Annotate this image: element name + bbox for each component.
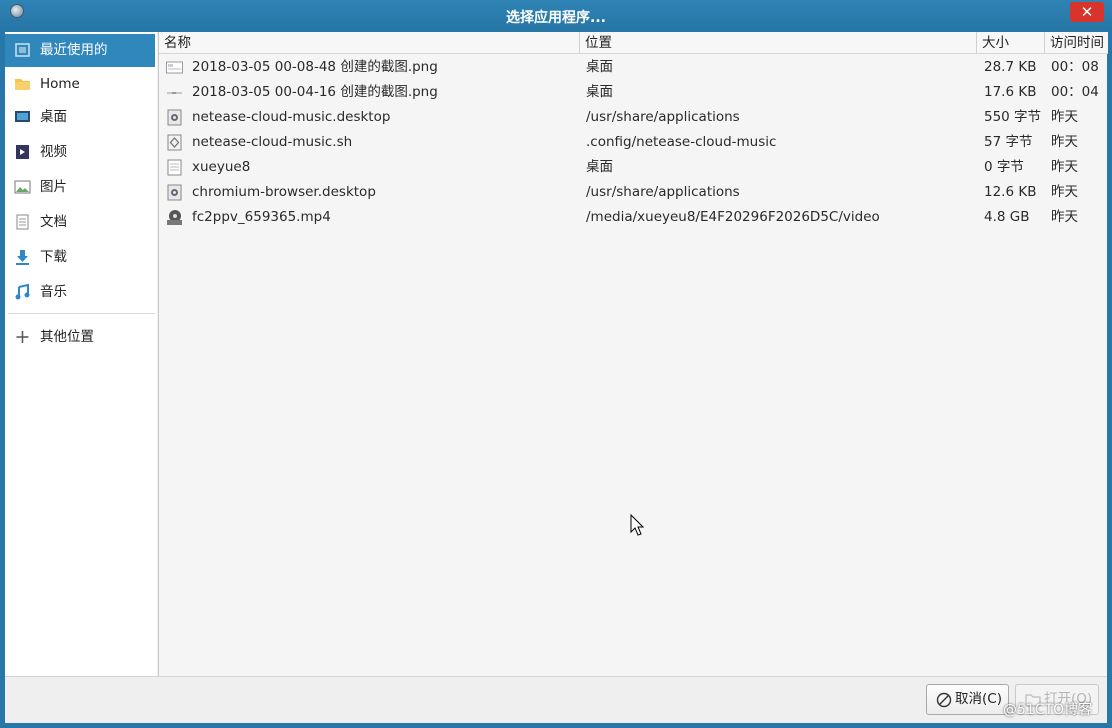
desktop-file-icon xyxy=(167,109,182,126)
file-size: 57 字节 xyxy=(984,134,1033,150)
sidebar-divider xyxy=(8,313,155,314)
file-name: netease-cloud-music.sh xyxy=(192,134,353,150)
file-time: 00：04 xyxy=(1051,84,1099,100)
action-bar: 取消(C) 打开(O) xyxy=(5,676,1107,723)
text-file-icon xyxy=(167,159,182,176)
picture-icon xyxy=(14,180,31,194)
file-location: 桌面 xyxy=(586,84,613,100)
file-location: /media/xueyeu8/E4F20296F2026D5C/video xyxy=(586,209,880,225)
script-file-icon xyxy=(167,134,182,151)
video-file-icon xyxy=(167,210,182,225)
sidebar-item-label: 视频 xyxy=(40,144,67,160)
app-chooser-dialog: 选择应用程序... ✕ 最近使用的 Home 桌面 视频 图片 文档 下载 音乐… xyxy=(0,0,1112,728)
file-name: fc2ppv_659365.mp4 xyxy=(192,209,331,225)
document-icon xyxy=(16,214,29,230)
column-header-name[interactable]: 名称 xyxy=(159,32,580,54)
cancel-icon xyxy=(936,692,952,708)
table-row[interactable]: fc2ppv_659365.mp4 /media/xueyeu8/E4F2029… xyxy=(159,205,1108,230)
sidebar-item-label: 其他位置 xyxy=(40,329,94,345)
close-icon: ✕ xyxy=(1080,3,1094,21)
sidebar-item-downloads[interactable]: 下载 xyxy=(5,241,155,274)
table-row[interactable]: chromium-browser.desktop /usr/share/appl… xyxy=(159,180,1108,205)
music-icon xyxy=(15,284,30,300)
sidebar-item-home[interactable]: Home xyxy=(5,68,155,101)
cancel-button[interactable]: 取消(C) xyxy=(926,684,1009,715)
file-time: 昨天 xyxy=(1051,184,1078,200)
file-size: 0 字节 xyxy=(984,159,1024,175)
file-name: xueyue8 xyxy=(192,159,251,175)
title-bar[interactable]: 选择应用程序... ✕ xyxy=(0,0,1112,30)
column-header-time[interactable]: 访问时间 xyxy=(1045,32,1108,54)
file-time: 昨天 xyxy=(1051,159,1078,175)
plus-icon xyxy=(16,331,29,343)
sidebar-item-label: 图片 xyxy=(40,179,67,195)
mouse-pointer-icon xyxy=(630,514,644,536)
sidebar-item-music[interactable]: 音乐 xyxy=(5,276,155,309)
file-location: 桌面 xyxy=(586,59,613,75)
table-row[interactable]: netease-cloud-music.desktop /usr/share/a… xyxy=(159,105,1108,130)
column-header-size[interactable]: 大小 xyxy=(977,32,1045,54)
file-name: 2018-03-05 00-08-48 创建的截图.png xyxy=(192,59,438,75)
close-button[interactable]: ✕ xyxy=(1070,2,1104,22)
file-name: netease-cloud-music.desktop xyxy=(192,109,391,125)
dialog-body: 最近使用的 Home 桌面 视频 图片 文档 下载 音乐 其他位置 名称 位置 … xyxy=(5,32,1108,723)
sidebar-item-label: 最近使用的 xyxy=(40,42,108,58)
places-sidebar: 最近使用的 Home 桌面 视频 图片 文档 下载 音乐 其他位置 xyxy=(5,32,157,676)
sidebar-item-label: 下载 xyxy=(40,249,67,265)
sidebar-item-label: 桌面 xyxy=(40,109,67,125)
cancel-button-label: 取消(C) xyxy=(955,691,1002,707)
recent-icon xyxy=(15,43,30,57)
file-location: /usr/share/applications xyxy=(586,184,740,200)
sidebar-item-documents[interactable]: 文档 xyxy=(5,206,155,239)
sidebar-item-videos[interactable]: 视频 xyxy=(5,136,155,169)
sidebar-item-recent[interactable]: 最近使用的 xyxy=(5,34,155,67)
header-divider xyxy=(159,53,1108,54)
file-name: 2018-03-05 00-04-16 创建的截图.png xyxy=(192,84,438,100)
file-time: 昨天 xyxy=(1051,134,1078,150)
file-list: 名称 位置 大小 访问时间 2018-03-05 00-08-48 创建的截图.… xyxy=(158,32,1108,676)
sidebar-item-label: 音乐 xyxy=(40,284,67,300)
file-size: 4.8 GB xyxy=(984,209,1030,225)
file-time: 昨天 xyxy=(1051,109,1078,125)
sidebar-item-label: 文档 xyxy=(40,214,67,230)
download-icon xyxy=(16,250,29,265)
image-file-icon xyxy=(166,61,183,74)
sidebar-item-pictures[interactable]: 图片 xyxy=(5,171,155,204)
file-size: 17.6 KB xyxy=(984,84,1037,100)
file-location: 桌面 xyxy=(586,159,613,175)
image-file-icon xyxy=(167,92,182,94)
file-location: /usr/share/applications xyxy=(586,109,740,125)
window-title: 选择应用程序... xyxy=(506,10,606,26)
sidebar-item-other-locations[interactable]: 其他位置 xyxy=(5,321,155,354)
table-row[interactable]: 2018-03-05 00-08-48 创建的截图.png 桌面 28.7 KB… xyxy=(159,55,1108,80)
folder-icon xyxy=(15,79,30,90)
file-size: 550 字节 xyxy=(984,109,1042,125)
file-size: 28.7 KB xyxy=(984,59,1037,75)
column-header-location[interactable]: 位置 xyxy=(580,32,977,54)
desktop-icon xyxy=(15,111,30,122)
video-icon xyxy=(16,145,29,159)
file-size: 12.6 KB xyxy=(984,184,1037,200)
sidebar-item-label: Home xyxy=(40,76,80,92)
file-name: chromium-browser.desktop xyxy=(192,184,376,200)
file-time: 昨天 xyxy=(1051,209,1078,225)
table-row[interactable]: xueyue8 桌面 0 字节 昨天 xyxy=(159,155,1108,180)
file-location: .config/netease-cloud-music xyxy=(586,134,777,150)
desktop-file-icon xyxy=(167,184,182,201)
watermark: @51CTO博客 xyxy=(1003,702,1093,718)
table-row[interactable]: 2018-03-05 00-04-16 创建的截图.png 桌面 17.6 KB… xyxy=(159,80,1108,105)
sidebar-item-desktop[interactable]: 桌面 xyxy=(5,101,155,134)
file-time: 00：08 xyxy=(1051,59,1099,75)
table-row[interactable]: netease-cloud-music.sh .config/netease-c… xyxy=(159,130,1108,155)
